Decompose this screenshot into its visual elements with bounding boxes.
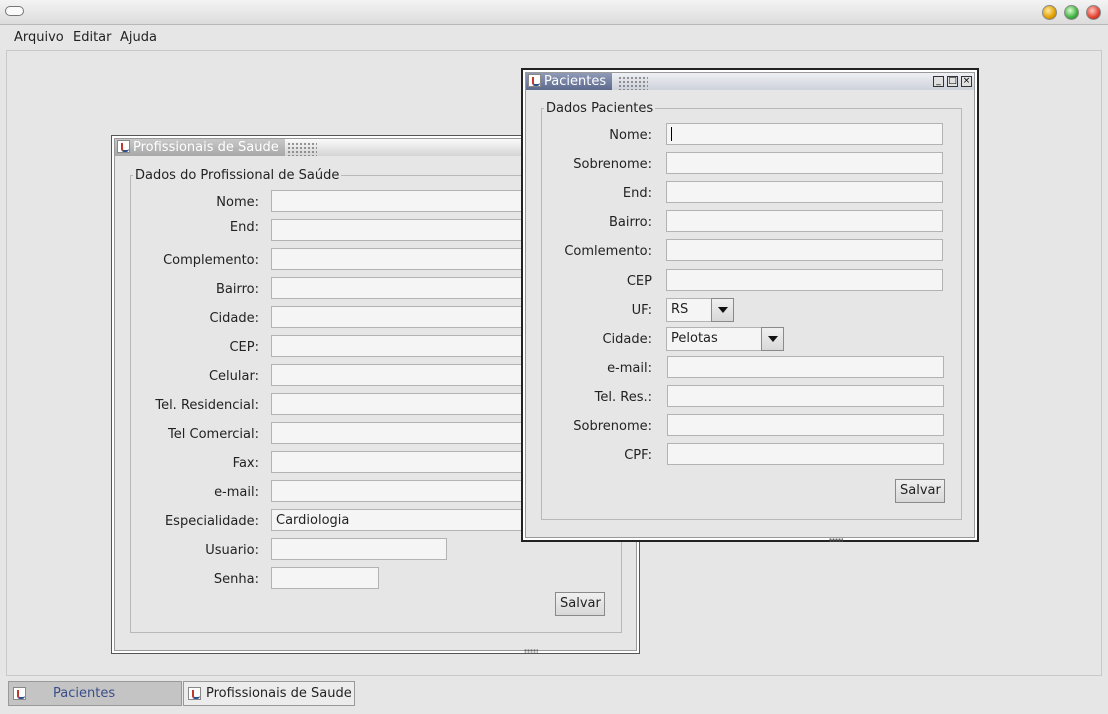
label-cep: CEP:: [229, 340, 259, 355]
celular-field[interactable]: [271, 364, 531, 386]
senha-field[interactable]: [271, 567, 379, 589]
label-usuario: Usuario:: [205, 543, 259, 558]
complemento-field[interactable]: [271, 248, 531, 270]
label-complemento: Comlemento:: [564, 244, 652, 259]
label-senha: Senha:: [213, 572, 259, 587]
label-tel-residencial: Tel. Residencial:: [155, 398, 259, 413]
tel-comercial-field[interactable]: [271, 422, 531, 444]
close-icon[interactable]: ×: [961, 76, 972, 87]
nome-field[interactable]: [271, 190, 531, 212]
cpf-field[interactable]: [667, 443, 944, 465]
pacientes-title-text: Pacientes: [544, 74, 607, 89]
fax-field[interactable]: [271, 451, 531, 473]
frame-taskbar: Pacientes Profissionais de Saude: [6, 678, 1102, 708]
text-caret: [671, 127, 672, 141]
profissionais-title-text: Profissionais de Saude: [133, 140, 279, 155]
menu-arquivo[interactable]: Arquivo: [14, 30, 64, 45]
taskbar-profissionais-label: Profissionais de Saude: [206, 686, 352, 701]
maximize-window-button[interactable]: [1064, 5, 1079, 20]
window-titlebar: [0, 0, 1108, 25]
especialidade-field[interactable]: Cardiologia: [271, 509, 531, 531]
label-cpf: CPF:: [624, 448, 652, 463]
label-cep: CEP: [626, 274, 652, 289]
label-uf: UF:: [631, 303, 652, 318]
email-field[interactable]: [667, 356, 944, 378]
label-sobrenome-2: Sobrenome:: [573, 419, 652, 434]
label-email: e-mail:: [214, 485, 259, 500]
pacientes-frame[interactable]: Pacientes _ □ × Dados Pacientes Nome: So…: [521, 68, 979, 542]
title-grip: [618, 76, 648, 90]
complemento-field[interactable]: [666, 239, 943, 261]
window-menu-button[interactable]: [5, 6, 24, 16]
java-icon: [528, 74, 541, 87]
label-end: End:: [622, 186, 652, 201]
java-icon: [117, 140, 130, 153]
label-cidade: Cidade:: [602, 332, 652, 347]
label-sobrenome: Sobrenome:: [573, 157, 652, 172]
tel-res-field[interactable]: [667, 385, 944, 407]
label-cidade: Cidade:: [209, 311, 259, 326]
taskbar-profissionais[interactable]: Profissionais de Saude: [183, 681, 355, 706]
label-complemento: Complemento:: [163, 253, 259, 268]
minimize-icon[interactable]: _: [933, 76, 944, 87]
label-nome: Nome:: [216, 195, 259, 210]
chevron-down-icon[interactable]: [761, 327, 784, 351]
nome-field[interactable]: [666, 123, 943, 145]
end-field[interactable]: [666, 181, 943, 203]
chevron-down-icon[interactable]: [711, 298, 734, 322]
cep-field[interactable]: [271, 335, 531, 357]
menu-bar: Arquivo Editar Ajuda: [0, 25, 1108, 49]
cidade-field[interactable]: [271, 306, 531, 328]
label-tel-comercial: Tel Comercial:: [168, 427, 259, 442]
java-icon: [13, 687, 26, 700]
label-celular: Celular:: [208, 369, 259, 384]
label-tel-res: Tel. Res.:: [594, 390, 652, 405]
close-window-button[interactable]: [1086, 5, 1101, 20]
cep-field[interactable]: [666, 269, 943, 291]
java-icon: [188, 687, 201, 700]
uf-value: RS: [666, 298, 712, 322]
frame-resize-grip[interactable]: [524, 649, 538, 653]
label-especialidade: Especialidade:: [164, 514, 259, 529]
title-grip: [287, 142, 317, 156]
taskbar-pacientes[interactable]: Pacientes: [8, 681, 182, 706]
profissionais-title: Profissionais de Saude: [115, 139, 285, 156]
menu-editar[interactable]: Editar: [73, 30, 112, 45]
frame-resize-grip[interactable]: [829, 538, 843, 542]
pacientes-title: Pacientes: [526, 73, 613, 90]
tel-residencial-field[interactable]: [271, 393, 531, 415]
taskbar-pacientes-label: Pacientes: [53, 686, 116, 701]
pacientes-titlebar[interactable]: Pacientes _ □ ×: [526, 73, 974, 90]
pacientes-save-button[interactable]: Salvar: [895, 479, 945, 503]
label-fax: Fax:: [232, 456, 259, 471]
cidade-value: Pelotas: [666, 327, 762, 351]
label-bairro: Bairro:: [608, 215, 652, 230]
end-field[interactable]: [271, 219, 531, 241]
cidade-select[interactable]: Pelotas: [666, 327, 784, 351]
bairro-field[interactable]: [271, 277, 531, 299]
maximize-icon[interactable]: □: [947, 76, 958, 87]
email-field[interactable]: [271, 480, 531, 502]
bairro-field[interactable]: [666, 210, 943, 232]
menu-ajuda[interactable]: Ajuda: [120, 30, 157, 45]
uf-select[interactable]: RS: [666, 298, 734, 322]
label-email: e-mail:: [607, 361, 652, 376]
usuario-field[interactable]: [271, 538, 447, 560]
sobrenome-field[interactable]: [666, 152, 943, 174]
profissional-group-title: Dados do Profissional de Saúde: [135, 168, 340, 183]
label-bairro: Bairro:: [215, 282, 259, 297]
minimize-window-button[interactable]: [1042, 5, 1057, 20]
profissionais-save-button[interactable]: Salvar: [555, 592, 605, 616]
pacientes-group-title: Dados Pacientes: [546, 101, 654, 116]
label-nome: Nome:: [609, 128, 652, 143]
sobrenome-2-field[interactable]: [667, 414, 944, 436]
label-end: End:: [229, 220, 259, 235]
